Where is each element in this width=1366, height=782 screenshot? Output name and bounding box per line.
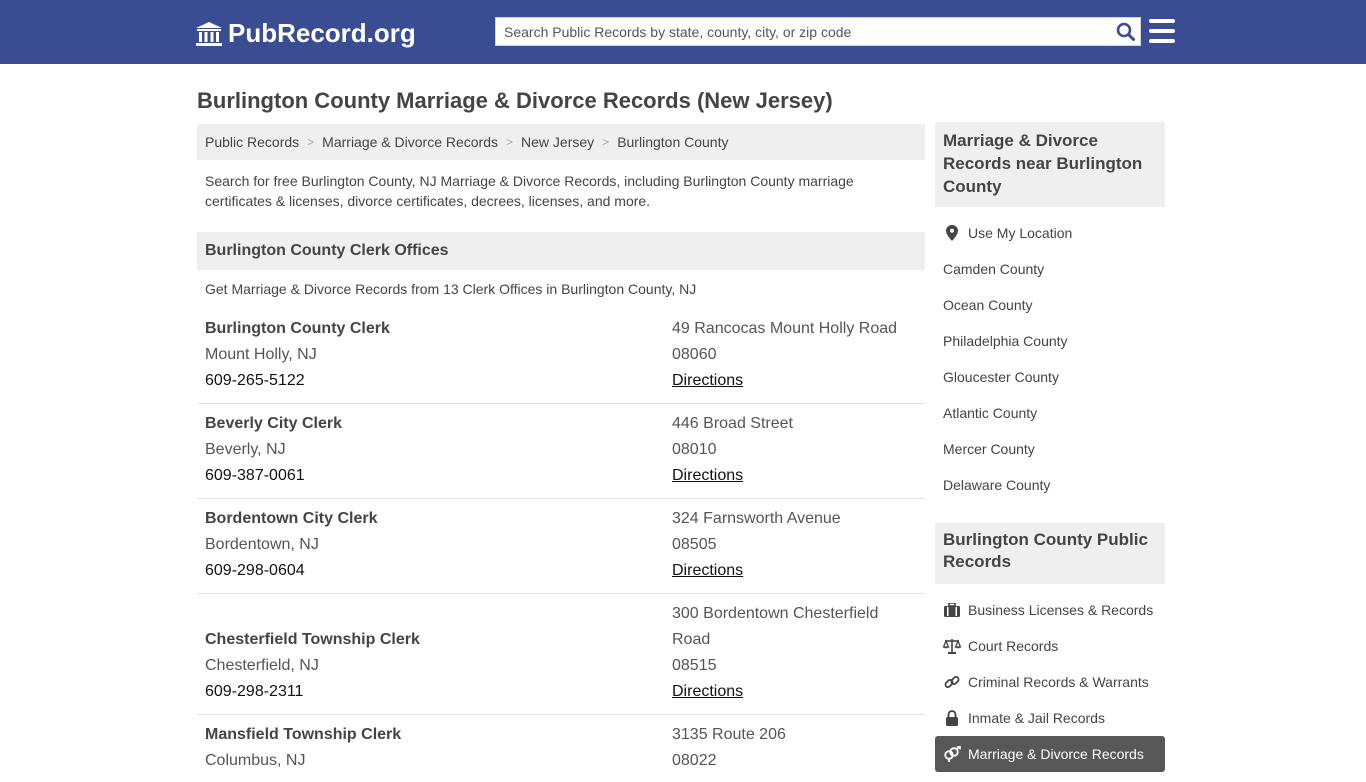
- office-address-line2: Road: [672, 631, 711, 648]
- office-zip: 08515: [672, 657, 717, 674]
- directions-link[interactable]: Directions: [672, 562, 743, 579]
- office-row: Chesterfield Township Clerk Chesterfield…: [197, 601, 925, 715]
- office-address: 49 Rancocas Mount Holly Road: [672, 320, 898, 337]
- search-bar: [495, 17, 1141, 46]
- office-city: Mount Holly, NJ: [205, 346, 317, 363]
- office-zip: 08060: [672, 346, 717, 363]
- breadcrumb-new-jersey[interactable]: New Jersey: [521, 134, 594, 150]
- nearby-heading: Marriage & Divorce Records near Burlingt…: [935, 122, 1165, 207]
- breadcrumb-marriage-divorce[interactable]: Marriage & Divorce Records: [322, 134, 498, 150]
- intro-text: Search for free Burlington County, NJ Ma…: [205, 173, 854, 209]
- office-zip: 08022: [672, 752, 717, 769]
- breadcrumb-separator: >: [602, 135, 610, 149]
- office-zip: 08010: [672, 441, 717, 458]
- nearby-county-link[interactable]: Ocean County: [943, 295, 1033, 315]
- use-my-location-label: Use My Location: [968, 225, 1073, 241]
- search-button[interactable]: [1110, 18, 1140, 45]
- sidebar-item-business-licenses[interactable]: Business Licenses & Records: [943, 600, 1153, 620]
- office-city: Columbus, NJ: [205, 752, 306, 769]
- link-icon: [943, 673, 961, 691]
- breadcrumb-public-records[interactable]: Public Records: [205, 134, 299, 150]
- directions-link[interactable]: Directions: [672, 467, 743, 484]
- nearby-county-link[interactable]: Delaware County: [943, 475, 1050, 495]
- lock-icon: [943, 709, 961, 727]
- nearby-county-link[interactable]: Philadelphia County: [943, 331, 1068, 351]
- sidebar-item-label: Court Records: [968, 638, 1059, 654]
- office-name: Bordentown City Clerk: [205, 510, 378, 527]
- scales-icon: [943, 637, 961, 655]
- nearby-county-link[interactable]: Gloucester County: [943, 367, 1059, 387]
- section-subtitle: Get Marriage & Divorce Records from 13 C…: [205, 281, 697, 297]
- sidebar-item-label: Marriage & Divorce Records: [968, 746, 1144, 762]
- office-name: Chesterfield Township Clerk: [205, 631, 420, 648]
- search-input[interactable]: [496, 18, 1110, 45]
- office-city: Beverly, NJ: [205, 441, 286, 458]
- office-phone[interactable]: 609-298-0604: [205, 558, 377, 584]
- sidebar-item-marriage-divorce-active[interactable]: Marriage & Divorce Records: [935, 736, 1165, 772]
- office-name: Burlington County Clerk: [205, 320, 390, 337]
- nearby-county-link[interactable]: Atlantic County: [943, 403, 1037, 423]
- office-name: Mansfield Township Clerk: [205, 726, 402, 743]
- office-name: Beverly City Clerk: [205, 415, 342, 432]
- breadcrumb: Public Records > Marriage & Divorce Reco…: [197, 124, 925, 160]
- office-city: Bordentown, NJ: [205, 536, 319, 553]
- office-address: 3135 Route 206: [672, 726, 786, 743]
- sidebar-item-inmate-records[interactable]: Inmate & Jail Records: [943, 708, 1105, 728]
- sidebar-item-label: Inmate & Jail Records: [968, 710, 1105, 726]
- office-address: 446 Broad Street: [672, 415, 793, 432]
- logo-text: PubRecord.org: [228, 18, 416, 48]
- page-title: Burlington County Marriage & Divorce Rec…: [197, 88, 833, 113]
- gender-icon: [943, 745, 961, 763]
- use-my-location-link[interactable]: Use My Location: [943, 223, 1072, 243]
- directions-link[interactable]: Directions: [672, 683, 743, 700]
- nearby-county-link[interactable]: Mercer County: [943, 439, 1035, 459]
- nearby-county-link[interactable]: Camden County: [943, 259, 1044, 279]
- sidebar-item-court-records[interactable]: Court Records: [943, 636, 1058, 656]
- site-logo[interactable]: PubRecord.org: [195, 18, 416, 49]
- search-icon: [1116, 22, 1135, 41]
- sidebar-item-criminal-records[interactable]: Criminal Records & Warrants: [943, 672, 1149, 692]
- office-row: Mansfield Township Clerk Columbus, NJ 31…: [197, 722, 925, 782]
- briefcase-icon: [943, 601, 961, 619]
- courthouse-icon: [196, 21, 222, 46]
- breadcrumb-separator: >: [307, 135, 315, 149]
- office-zip: 08505: [672, 536, 717, 553]
- breadcrumb-burlington-county[interactable]: Burlington County: [617, 134, 728, 150]
- hamburger-menu-icon[interactable]: [1149, 19, 1175, 43]
- public-records-heading: Burlington County Public Records: [935, 523, 1165, 584]
- office-phone[interactable]: 609-387-0061: [205, 463, 342, 489]
- office-phone[interactable]: 609-298-2311: [205, 679, 420, 705]
- directions-link[interactable]: Directions: [672, 372, 743, 389]
- sidebar-item-label: Criminal Records & Warrants: [968, 674, 1149, 690]
- office-city: Chesterfield, NJ: [205, 657, 319, 674]
- breadcrumb-separator: >: [506, 135, 514, 149]
- office-address: 300 Bordentown Chesterfield: [672, 605, 879, 622]
- office-row: Beverly City Clerk Beverly, NJ 609-387-0…: [197, 411, 925, 499]
- sidebar-item-label: Business Licenses & Records: [968, 602, 1154, 618]
- office-address: 324 Farnsworth Avenue: [672, 510, 841, 527]
- section-heading: Burlington County Clerk Offices: [197, 232, 925, 270]
- office-row: Bordentown City Clerk Bordentown, NJ 609…: [197, 506, 925, 594]
- office-phone[interactable]: 609-265-5122: [205, 368, 390, 394]
- office-row: Burlington County Clerk Mount Holly, NJ …: [197, 316, 925, 404]
- top-navbar: PubRecord.org: [0, 0, 1366, 64]
- location-pin-icon: [943, 224, 961, 242]
